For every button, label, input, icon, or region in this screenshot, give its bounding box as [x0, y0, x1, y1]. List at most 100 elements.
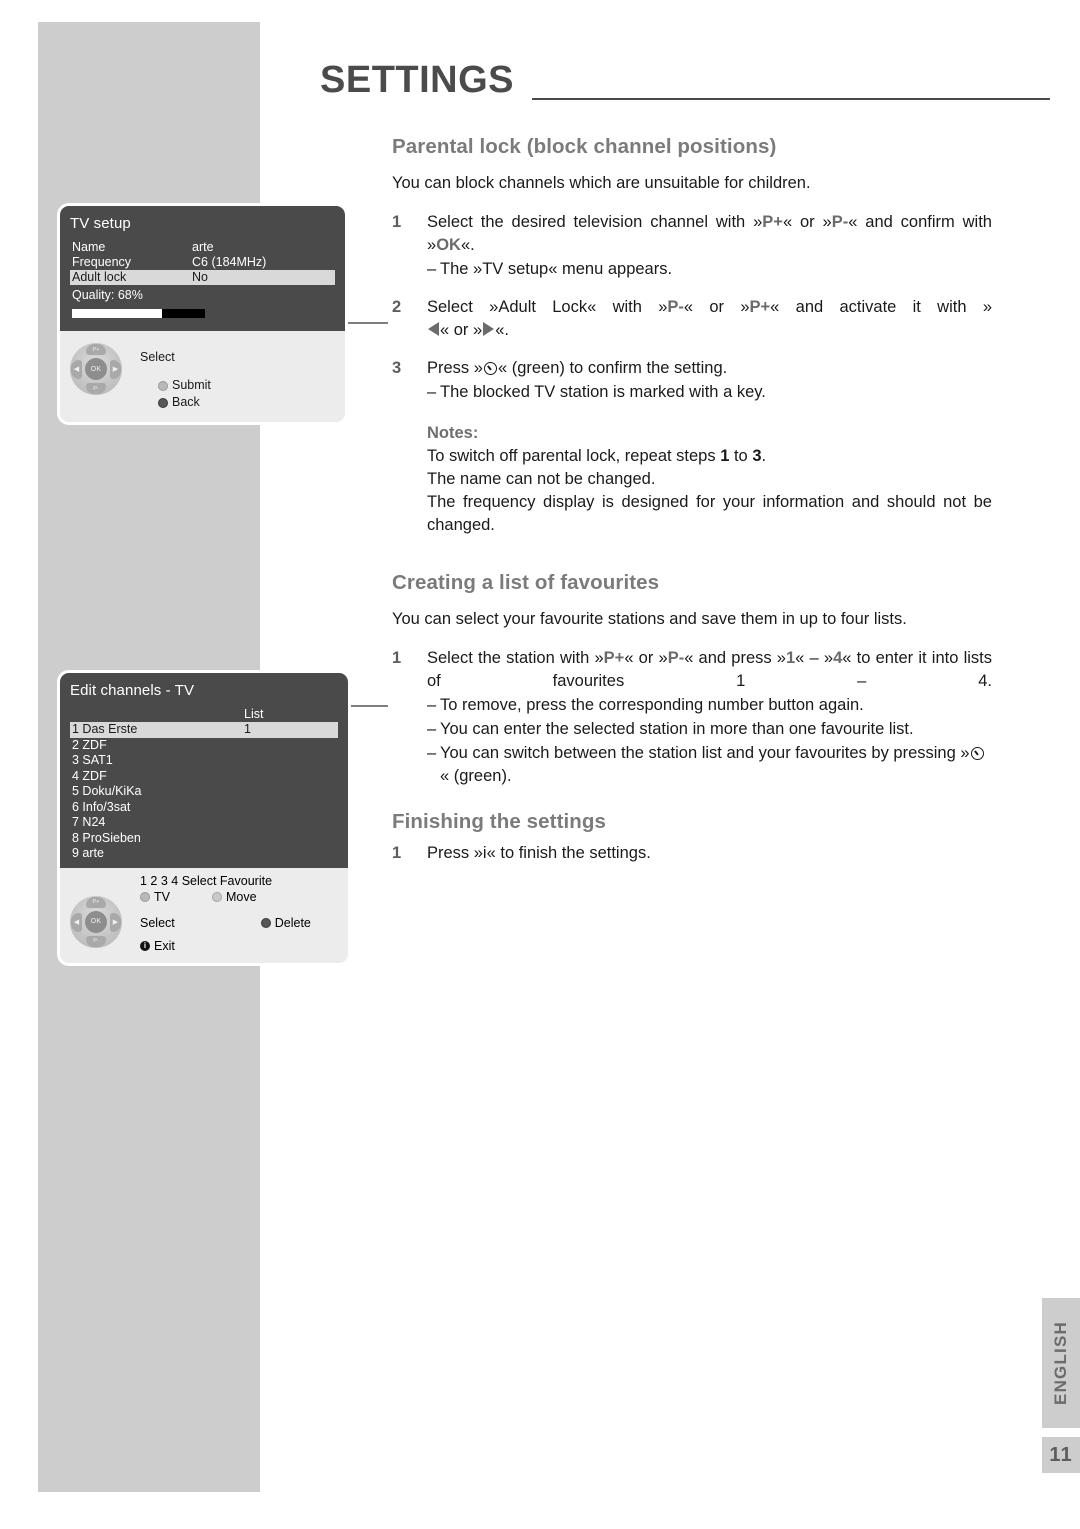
page-title: SETTINGS [320, 59, 515, 101]
osd-screen-tv-setup: TV setup Name arte Frequency C6 (184MHz)… [60, 206, 345, 331]
navigation-pad-icon[interactable]: P+ P- ◀ ▶ OK [70, 343, 122, 395]
step-text-part: Select the station with » [427, 649, 604, 667]
blue-button-icon [260, 917, 271, 928]
navpad-ok-button[interactable]: OK [85, 910, 107, 933]
step-text-part: Select the desired television channel wi… [427, 213, 763, 231]
navpad-ok-button[interactable]: OK [85, 358, 107, 380]
legend-tv-label: TV [154, 889, 170, 904]
legend-select-label: Select [140, 350, 175, 364]
osd-title: Edit channels - TV [70, 682, 195, 699]
step-text-line: Select the station with »P+« or »P-« and… [427, 647, 992, 693]
osd-row-key: Adult lock [72, 270, 127, 284]
channel-name: 4 ZDF [72, 768, 107, 783]
key-label: P+ [762, 213, 783, 231]
osd-row: Name arte [70, 240, 335, 255]
legend-move-label: Move [225, 889, 257, 904]
chevron-left-icon: ◀ [73, 366, 80, 373]
dash-marker: – [427, 383, 437, 401]
section-heading-parental-lock: Parental lock (block channel positions) [392, 135, 777, 158]
navpad-left-button[interactable]: ◀ [71, 360, 82, 379]
channel-row[interactable]: 6 Info/3sat [70, 800, 338, 816]
step-text-line: Select »Adult Lock« with »P-« or »P+« an… [427, 296, 992, 319]
legend-submit: Submit [158, 377, 335, 394]
step-subitem: – To remove, press the corresponding num… [427, 694, 992, 717]
step-ref: 3 [752, 447, 762, 465]
step-text-line: « or » «. [427, 319, 992, 342]
channel-row[interactable]: 2 ZDF [70, 738, 338, 754]
step-text-part: «. [460, 236, 475, 254]
step-text: Press »i« to finish the settings. [427, 844, 651, 862]
navigation-pad-icon[interactable]: P+ P- ◀ ▶ OK [70, 895, 122, 948]
step-text-part: « and activate it with » [770, 298, 992, 316]
info-button-icon: i [140, 940, 150, 951]
legend-exit-label: Exit [154, 938, 175, 953]
chevron-right-icon: ▶ [112, 366, 119, 373]
channel-row[interactable]: 7 N24 [70, 815, 338, 831]
navpad-left-button[interactable]: ◀ [71, 912, 82, 932]
key-label: P- [831, 213, 849, 231]
key-label: P- [667, 649, 685, 667]
step-subitem-text: You can switch between the station list … [440, 742, 992, 788]
legend-back: Back [158, 394, 335, 411]
step-subitem-text: You can enter the selected station in mo… [440, 720, 914, 738]
step-text-part: « or » [624, 649, 668, 667]
chevron-left-icon: ◀ [73, 918, 80, 926]
channel-list-number: 1 [244, 722, 251, 736]
section-lead-parental-lock: You can block channels which are unsuita… [392, 174, 811, 192]
step-text: Select »Adult Lock« with »P-« or »P+« an… [427, 296, 992, 342]
osd-row-selected[interactable]: Adult lock No [70, 270, 335, 285]
osd-row-value: arte [192, 240, 214, 254]
language-tab-label: ENGLISH [1051, 1321, 1070, 1405]
step-ref: 1 [720, 447, 730, 465]
osd-footer-edit-channels: P+ P- ◀ ▶ OK 1 2 3 4 Select Favourite TV… [60, 867, 348, 963]
chevron-right-icon: ▶ [112, 918, 119, 926]
notes-heading: Notes: [427, 424, 479, 442]
osd-row-key: Name [72, 240, 106, 254]
osd-row-key: Frequency [72, 255, 132, 269]
channel-row[interactable]: 4 ZDF [70, 769, 338, 785]
step-text-part: « (green). [440, 767, 512, 785]
language-tab: ENGLISH [1042, 1298, 1080, 1428]
navpad-up-label: P+ [92, 899, 100, 905]
osd-title: TV setup [70, 215, 131, 232]
step-text: Select the desired television channel wi… [427, 211, 992, 281]
key-label: P+ [603, 649, 625, 667]
step-text-part: «. [495, 321, 509, 339]
channel-name: 9 arte [72, 846, 104, 860]
channel-name: 7 N24 [72, 815, 106, 829]
step-text-part: You can switch between the station list … [440, 744, 970, 762]
step-text-line: Press » « (green) to confirm the setting. [427, 357, 992, 380]
key-label: P- [667, 298, 684, 316]
legend-tv-move-row: TV Move [140, 889, 338, 905]
osd-screenshot-tv-setup: TV setup Name arte Frequency C6 (184MHz)… [60, 206, 345, 422]
navpad-down-button[interactable]: P- [86, 935, 106, 947]
title-rule [532, 98, 1050, 100]
osd-screen-edit-channels: Edit channels - TV List 1 Das Erste 1 2 … [60, 673, 348, 868]
channel-row[interactable]: 5 Doku/KiKa [70, 784, 338, 800]
navpad-right-button[interactable]: ▶ [110, 912, 121, 932]
channel-list-header: List [70, 707, 338, 722]
note-line: The name can not be changed. [427, 470, 656, 488]
channel-name: 3 SAT1 [72, 753, 113, 767]
legend-submit-label: Submit [172, 378, 211, 392]
step-subitem-text: The blocked TV station is marked with a … [440, 383, 766, 401]
step-text-part: Select »Adult Lock« with » [427, 298, 668, 316]
green-button-icon [158, 380, 168, 391]
step-number: 3 [392, 359, 402, 377]
navpad-up-button[interactable]: P+ [86, 344, 106, 355]
osd-row: Frequency C6 (184MHz) [70, 255, 335, 270]
key-label: P+ [749, 298, 771, 316]
channel-name: 8 ProSieben [72, 830, 141, 845]
step-text-part: « – » [795, 649, 834, 667]
channel-row[interactable]: 8 ProSieben [70, 831, 338, 847]
key-label: 1 [785, 649, 796, 667]
navpad-up-button[interactable]: P+ [86, 896, 106, 908]
notes-block: Notes: To switch off parental lock, repe… [427, 422, 992, 537]
legend-select: Select [140, 349, 335, 366]
osd-footer-legend: Select Submit Back [140, 349, 335, 411]
channel-row[interactable]: 9 arte [70, 846, 338, 862]
channel-row[interactable]: 3 SAT1 [70, 753, 338, 769]
blue-button-icon [158, 397, 168, 408]
channel-row-selected[interactable]: 1 Das Erste 1 [70, 722, 338, 738]
